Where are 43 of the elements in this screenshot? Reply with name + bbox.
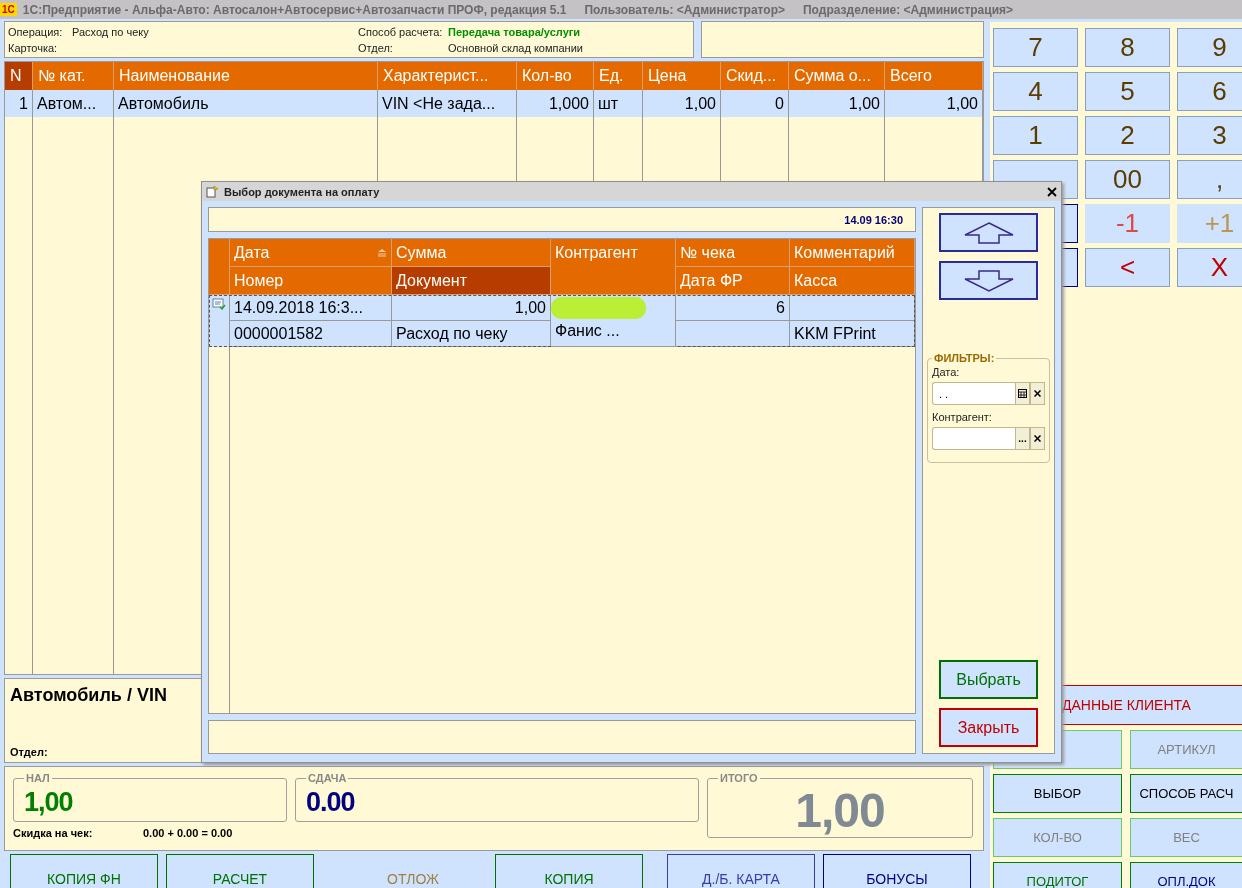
field-label: Операция:: [8, 26, 64, 38]
department-label: Отдел:: [10, 746, 49, 758]
discount-label: Скидка на чек:: [13, 827, 94, 839]
amount-value: 1,00: [24, 789, 73, 816]
app-logo: 1С: [0, 3, 17, 16]
table-cell: Автомобиль: [114, 90, 378, 117]
table-cell: 1,00: [643, 90, 721, 117]
table-cell: 6: [676, 295, 790, 321]
table-cell: 1,00: [885, 90, 983, 117]
table-cell: Автом...: [33, 90, 114, 117]
table-cell: 0: [721, 90, 789, 117]
field-label: Карточка:: [8, 42, 59, 54]
field-label: Отдел:: [358, 42, 394, 54]
field-value: Основной склад компании: [448, 42, 584, 54]
table-cell: Фанис ...: [555, 322, 620, 340]
group-label: НАЛ: [25, 772, 51, 784]
product-title: Автомобиль / VIN: [10, 685, 168, 706]
amount-value: 0.00: [306, 789, 355, 816]
field-value: Расход по чеку: [72, 26, 150, 38]
group-label: СДАЧА: [307, 772, 348, 784]
table-cell: 1: [5, 90, 33, 117]
table-cell: KKM FPrint: [790, 321, 915, 347]
filter-label: Дата:: [932, 366, 961, 378]
timestamp: 14.09 16:30: [844, 213, 903, 226]
table-cell: Расход по чеку: [392, 321, 551, 347]
filter-label: Контрагент:: [932, 411, 993, 423]
table-cell: 1,00: [789, 90, 885, 117]
user-label: Пользователь: <Администратор>: [584, 2, 785, 17]
table-cell: 14.09.2018 16:3...: [230, 295, 392, 321]
filters-title: ФИЛЬТРЫ:: [933, 352, 996, 364]
department-label: Подразделение: <Администрация>: [803, 2, 1014, 17]
table-cell: VIN <Не зада...: [378, 90, 517, 117]
table-cell: 0000001582: [230, 321, 392, 347]
table-cell: 1,00: [392, 295, 551, 321]
group-label: ИТОГО: [719, 772, 759, 784]
discount-value: 0.00 + 0.00 = 0.00: [143, 827, 234, 839]
window-title: 1С:Предприятие - Альфа-Авто: Автосалон+Автосервис+Автозапчасти ПРОФ, редакция 5.1: [22, 2, 567, 17]
field-label: Способ расчета:: [358, 26, 444, 38]
table-cell: шт: [594, 90, 643, 117]
field-value: Передача товара/услуги: [448, 26, 582, 38]
table-cell: 1,000: [517, 90, 594, 117]
dialog-title: Выбор документа на оплату: [224, 185, 381, 198]
amount-value: 1,00: [795, 786, 885, 835]
